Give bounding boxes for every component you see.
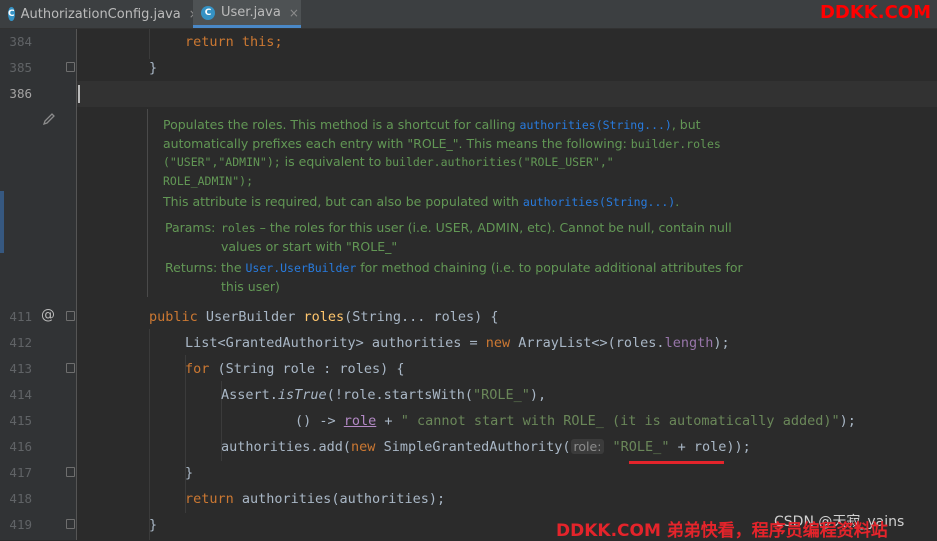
editor-gutter: 384 385 386 411 412 413 414 415 416 417 …	[0, 29, 77, 540]
tab-user-java[interactable]: C User.java ×	[193, 0, 301, 28]
line-number: 411	[9, 309, 32, 324]
doc-link[interactable]: authorities(String...)	[520, 118, 672, 132]
java-class-icon: C	[201, 5, 215, 20]
code-line-385: }	[149, 60, 158, 76]
scroll-marker	[0, 191, 4, 253]
javadoc-render-block: Populates the roles. This method is a sh…	[147, 109, 778, 297]
code-line-413: for (String role : roles) {	[185, 361, 405, 377]
doc-paragraph-1: Populates the roles. This method is a sh…	[163, 117, 721, 188]
line-number: 386	[9, 86, 32, 101]
tab-authorization-config[interactable]: C AuthorizationConfig.java ×	[0, 0, 199, 28]
line-number: 417	[9, 465, 32, 480]
doc-link[interactable]: User.UserBuilder	[246, 261, 357, 275]
code-line-414: Assert.isTrue(!role.startsWith("ROLE_"),	[221, 387, 547, 403]
code-line-412: List<GrantedAuthority> authorities = new…	[185, 335, 730, 351]
line-number: 384	[9, 34, 32, 49]
code-line-384: return this;	[185, 34, 283, 50]
code-line-416: authorities.add(new SimpleGrantedAuthori…	[221, 439, 751, 455]
code-line-415: () -> role + " cannot start with ROLE_ (…	[295, 413, 856, 429]
fold-marker[interactable]	[66, 311, 75, 321]
close-icon[interactable]: ×	[289, 6, 299, 20]
fold-marker[interactable]	[66, 363, 75, 373]
line-number: 415	[9, 413, 32, 428]
doc-returns-label: Returns:	[165, 260, 218, 275]
line-number: 412	[9, 335, 32, 350]
current-line-highlight	[77, 81, 937, 107]
fold-marker[interactable]	[66, 467, 75, 477]
override-icon[interactable]: @	[41, 307, 55, 323]
watermark-top: DDKK.COM	[819, 2, 931, 23]
tab-label: User.java	[221, 5, 281, 20]
doc-params-label: Params:	[165, 220, 216, 235]
fold-marker[interactable]	[66, 62, 75, 72]
watermark-bottom: DDKK.COM 弟弟快看，程序员编程资料站	[556, 521, 888, 541]
code-line-417: }	[185, 465, 194, 481]
line-number: 413	[9, 361, 32, 376]
doc-params-value: roles – the roles for this user (i.e. US…	[221, 220, 732, 254]
java-class-icon: C	[8, 7, 15, 21]
line-number: 416	[9, 439, 32, 454]
parameter-hint: role:	[570, 439, 605, 454]
edit-pencil-icon[interactable]	[42, 111, 56, 126]
code-line-411: public UserBuilder roles(String... roles…	[149, 309, 499, 325]
editor-tab-bar: C AuthorizationConfig.java × C User.java…	[0, 0, 937, 29]
line-number: 418	[9, 491, 32, 506]
doc-paragraph-2: This attribute is required, but can also…	[163, 194, 680, 209]
tab-label: AuthorizationConfig.java	[20, 6, 181, 22]
line-number: 414	[9, 387, 32, 402]
doc-returns-value: the User.UserBuilder for method chaining…	[221, 260, 743, 294]
text-caret	[78, 85, 80, 103]
line-number: 385	[9, 60, 32, 75]
code-line-419: }	[149, 517, 158, 533]
doc-link[interactable]: authorities(String...)	[523, 195, 675, 209]
red-underline-annotation	[629, 461, 724, 464]
line-number: 419	[9, 517, 32, 532]
code-line-418: return authorities(authorities);	[185, 491, 446, 507]
fold-marker[interactable]	[66, 519, 75, 529]
code-editor[interactable]: return this; } Populates the roles. This…	[77, 29, 937, 540]
